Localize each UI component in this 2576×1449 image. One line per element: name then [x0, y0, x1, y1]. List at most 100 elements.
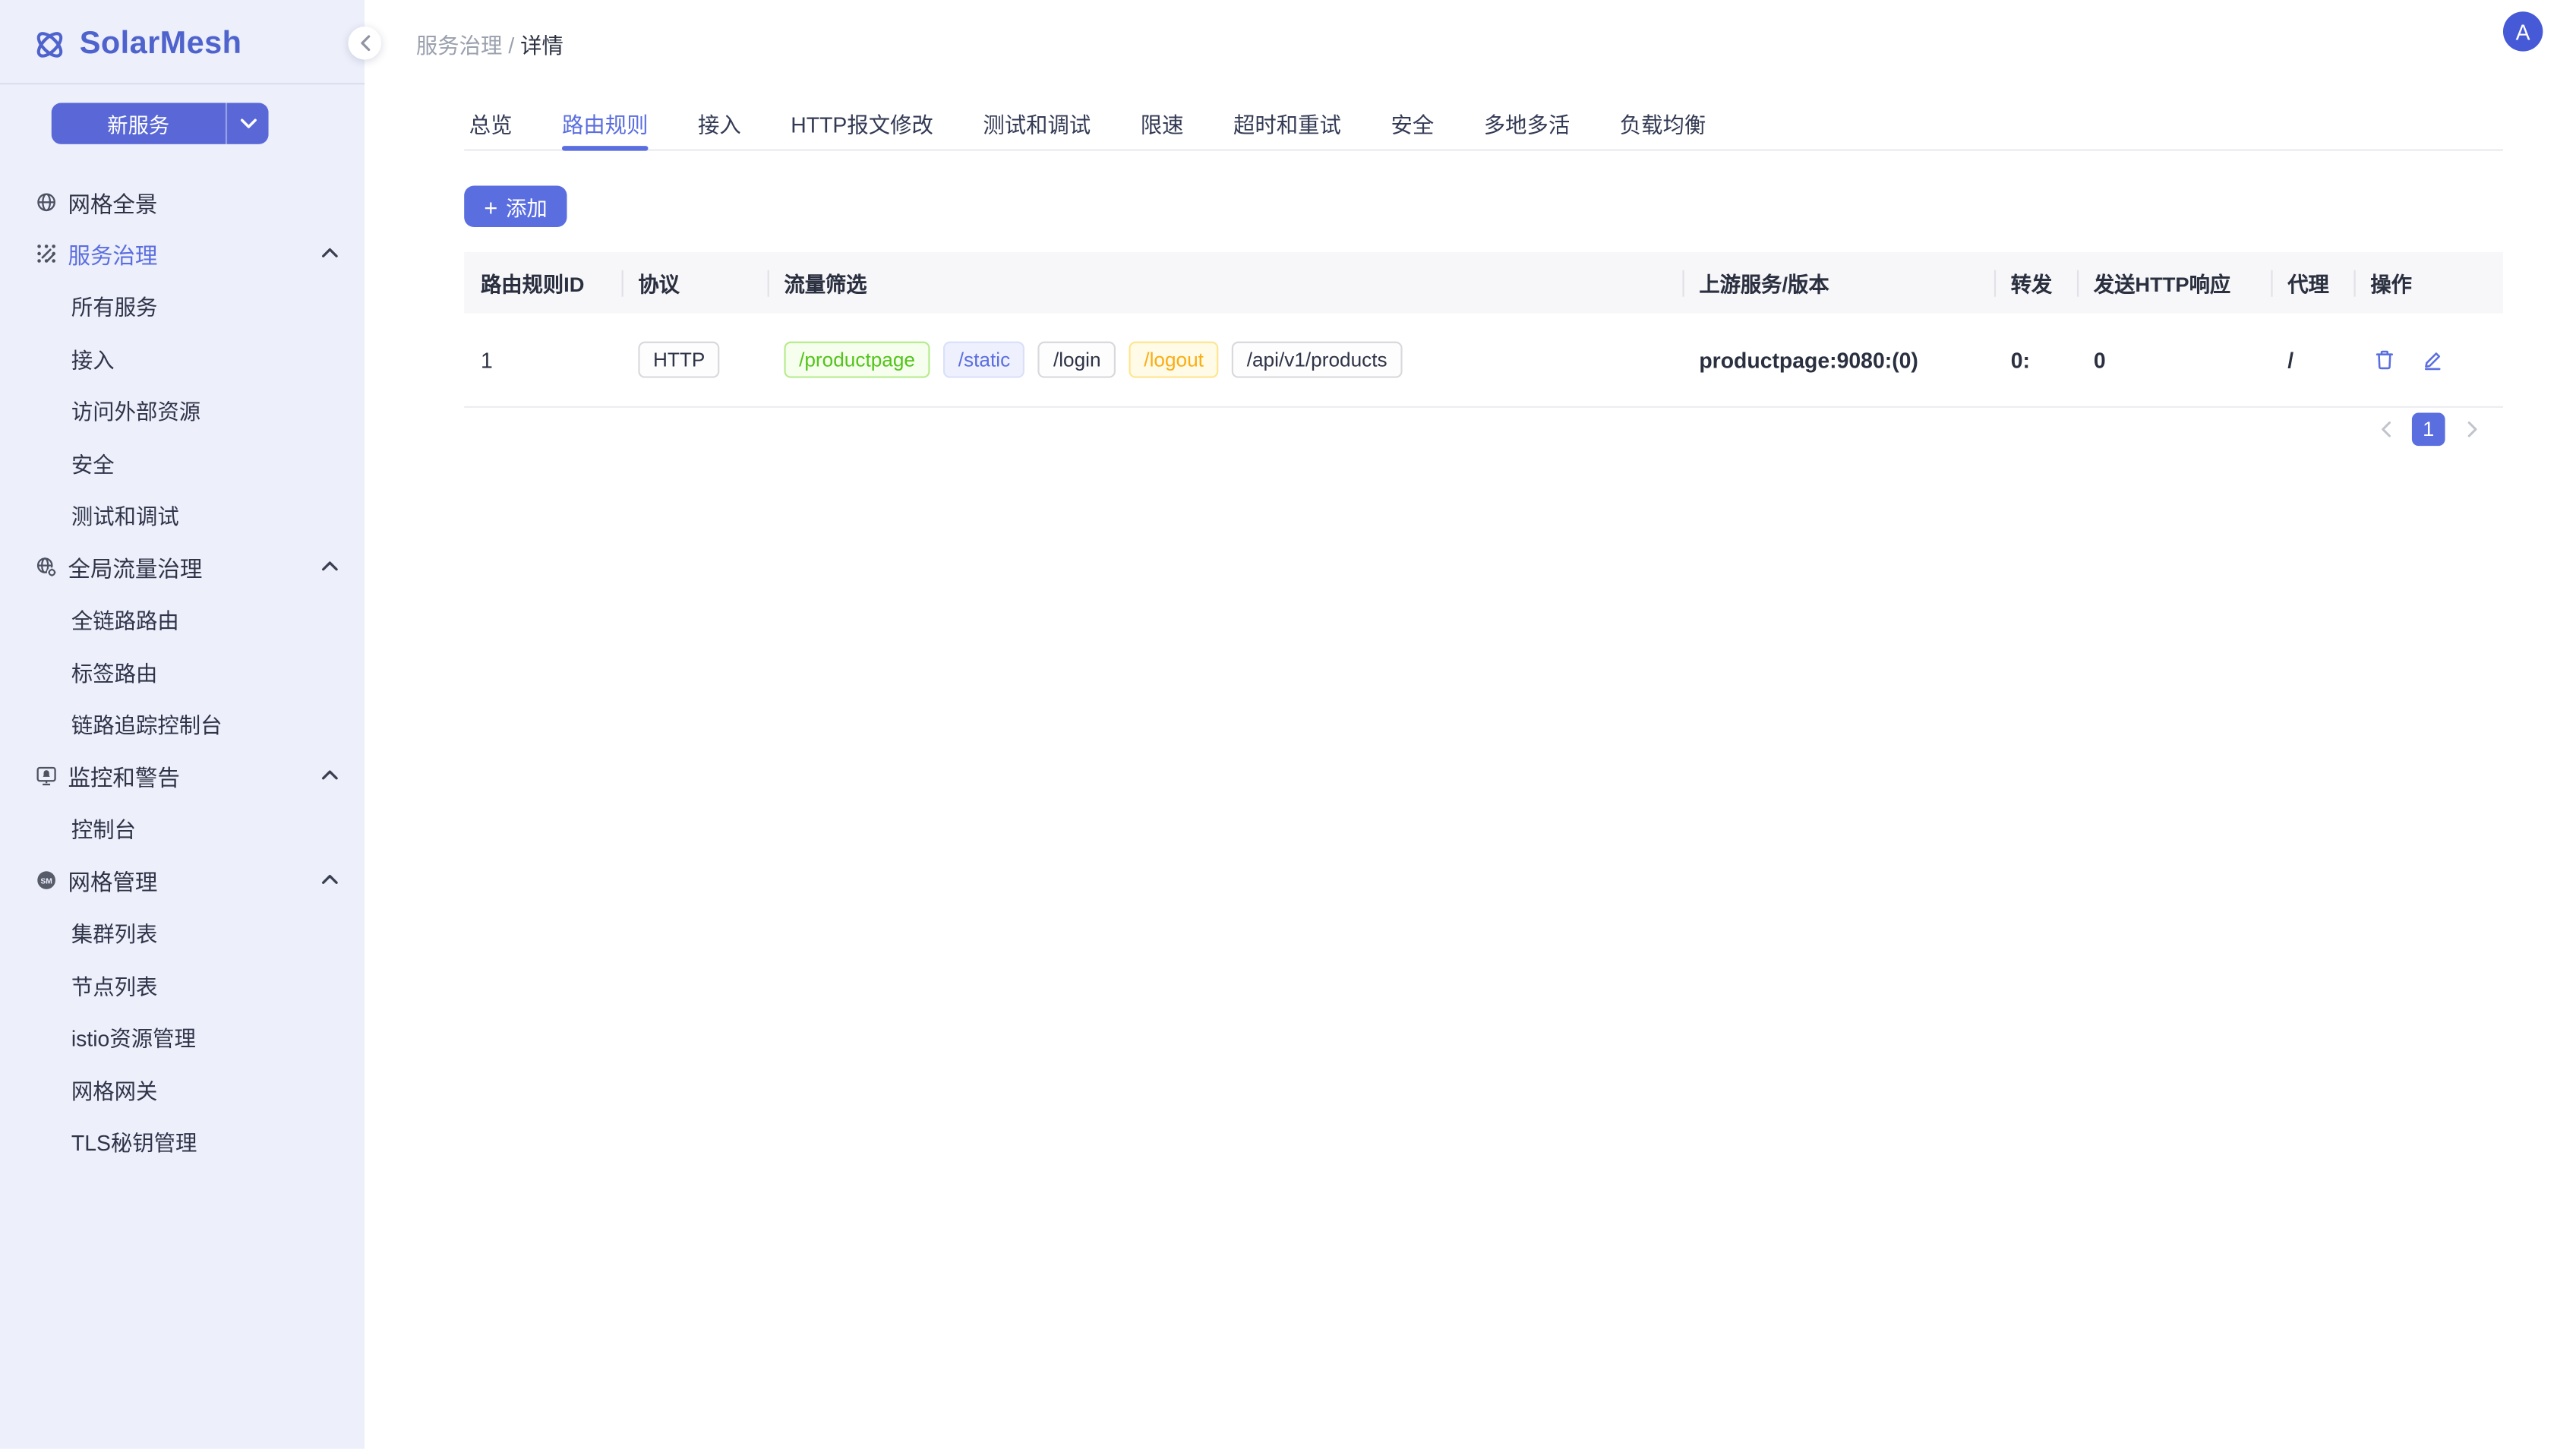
- sidebar-item-mesh-overview[interactable]: 网格全景: [0, 175, 365, 228]
- plus-icon: +: [484, 194, 497, 218]
- table-header: 路由规则ID 协议 流量筛选 上游服务/版本 转发 发送HTTP响应 代理 操作: [464, 252, 2503, 314]
- sidebar-item-label: 集群列表: [71, 917, 158, 949]
- new-service-dropdown[interactable]: [227, 103, 269, 144]
- tab-load-balancing[interactable]: 负载均衡: [1620, 96, 1706, 150]
- sidebar-item-mesh-gateway[interactable]: 网格网关: [0, 1063, 365, 1116]
- svg-text:SM: SM: [40, 878, 52, 886]
- mesh-icon: [35, 242, 58, 266]
- sidebar-item-access[interactable]: 接入: [0, 333, 365, 385]
- cell-http-response: 0: [2077, 347, 2271, 372]
- sidebar-item-monitoring-alerts[interactable]: 监控和警告: [0, 750, 365, 803]
- sidebar-item-istio-resources[interactable]: istio资源管理: [0, 1011, 365, 1063]
- sidebar-item-console[interactable]: 控制台: [0, 802, 365, 854]
- chevron-left-icon: [2379, 421, 2391, 437]
- sidebar-item-service-governance[interactable]: 服务治理: [0, 228, 365, 280]
- chevron-left-icon: [359, 35, 371, 52]
- chevron-right-icon: [2466, 421, 2477, 437]
- breadcrumb: 服务治理 / 详情: [416, 28, 564, 59]
- column-header-traffic-filter: 流量筛选: [768, 267, 1683, 298]
- pagination-prev-button[interactable]: [2374, 418, 2398, 441]
- new-service-button[interactable]: 新服务: [52, 103, 269, 144]
- sidebar-item-node-list[interactable]: 节点列表: [0, 959, 365, 1012]
- brand: SolarMesh: [0, 0, 365, 66]
- column-header-forward: 转发: [1994, 267, 2077, 298]
- chevron-up-icon: [321, 769, 338, 781]
- sidebar-item-global-traffic[interactable]: 全局流量治理: [0, 541, 365, 594]
- sidebar-item-label-routing[interactable]: 标签路由: [0, 646, 365, 698]
- breadcrumb-current: 详情: [520, 33, 564, 58]
- delete-button[interactable]: [2370, 346, 2397, 373]
- sidebar-item-mesh-management[interactable]: SM 网格管理: [0, 854, 365, 907]
- brand-name: SolarMesh: [80, 26, 242, 62]
- add-button[interactable]: + 添加: [464, 185, 567, 227]
- sidebar-item-external-resources[interactable]: 访问外部资源: [0, 384, 365, 437]
- trash-icon: [2371, 346, 2396, 373]
- sidebar-item-label: 所有服务: [71, 291, 158, 322]
- sidebar-item-label: 安全: [71, 447, 115, 478]
- sidebar-item-tls-keys[interactable]: TLS秘钥管理: [0, 1116, 365, 1168]
- tab-rate-limit[interactable]: 限速: [1141, 96, 1184, 150]
- filter-tag: /logout: [1129, 342, 1219, 378]
- tab-timeout-retry[interactable]: 超时和重试: [1233, 96, 1341, 150]
- app-root: SolarMesh 新服务 网格全景: [0, 0, 2576, 1449]
- sidebar-item-label: 全局流量治理: [68, 551, 202, 584]
- chevron-up-icon: [321, 560, 338, 572]
- sidebar-item-label: 接入: [71, 343, 115, 374]
- avatar[interactable]: A: [2503, 11, 2543, 51]
- globe-gear-icon: [35, 556, 58, 579]
- sidebar-item-label: 网格全景: [68, 185, 157, 219]
- column-header-protocol: 协议: [622, 267, 768, 298]
- pencil-icon: [2420, 346, 2445, 373]
- sidebar-nav: 网格全景 服务治理 所有服务: [0, 175, 365, 1167]
- column-header-actions: 操作: [2354, 267, 2503, 298]
- sidebar-item-label: 网格网关: [71, 1074, 158, 1105]
- sidebar-item-all-services[interactable]: 所有服务: [0, 280, 365, 333]
- sidebar-item-label: 访问外部资源: [71, 395, 200, 426]
- tab-access[interactable]: 接入: [698, 96, 741, 150]
- sidebar-item-label: 网格管理: [68, 864, 157, 898]
- sidebar: SolarMesh 新服务 网格全景: [0, 0, 365, 1449]
- tab-security[interactable]: 安全: [1391, 96, 1434, 150]
- sidebar-item-trace-console[interactable]: 链路追踪控制台: [0, 698, 365, 750]
- sidebar-item-label: 全链路路由: [71, 604, 179, 635]
- column-header-upstream: 上游服务/版本: [1683, 267, 1994, 298]
- sidebar-item-label: istio资源管理: [71, 1021, 196, 1053]
- sidebar-divider: [0, 83, 365, 84]
- column-header-rule-id: 路由规则ID: [464, 267, 621, 298]
- sidebar-item-test-debug[interactable]: 测试和调试: [0, 489, 365, 541]
- new-service-label[interactable]: 新服务: [52, 103, 227, 144]
- cell-actions: [2354, 346, 2503, 373]
- breadcrumb-separator: /: [508, 33, 514, 58]
- breadcrumb-section[interactable]: 服务治理: [416, 33, 503, 58]
- edit-button[interactable]: [2419, 346, 2445, 373]
- filter-tag: /login: [1038, 342, 1116, 378]
- sidebar-item-label: 测试和调试: [71, 500, 179, 531]
- sidebar-item-label: 控制台: [71, 813, 136, 844]
- sidebar-collapse-button[interactable]: [348, 27, 381, 60]
- pagination-page-1[interactable]: 1: [2412, 413, 2445, 447]
- cell-forward: 0:: [1994, 347, 2077, 372]
- pagination: 1: [464, 411, 2503, 447]
- sidebar-item-security[interactable]: 安全: [0, 437, 365, 489]
- tab-test-debug[interactable]: 测试和调试: [983, 96, 1091, 150]
- sm-badge-icon: SM: [35, 869, 58, 892]
- pagination-next-button[interactable]: [2460, 418, 2483, 441]
- monitor-bell-icon: [35, 765, 58, 788]
- sidebar-item-cluster-list[interactable]: 集群列表: [0, 907, 365, 959]
- sidebar-item-label: 节点列表: [71, 969, 158, 1000]
- sidebar-item-label: TLS秘钥管理: [71, 1126, 197, 1157]
- chevron-down-icon: [239, 118, 256, 129]
- tab-routing-rules[interactable]: 路由规则: [562, 96, 649, 150]
- tab-overview[interactable]: 总览: [469, 96, 513, 150]
- sidebar-item-label: 链路追踪控制台: [71, 709, 223, 740]
- tab-bar: 总览 路由规则 接入 HTTP报文修改 测试和调试 限速 超时和重试 安全 多地…: [464, 96, 2503, 151]
- filter-tag: /static: [943, 342, 1025, 378]
- column-header-proxy: 代理: [2271, 267, 2353, 298]
- tab-multi-region[interactable]: 多地多活: [1484, 96, 1571, 150]
- sidebar-item-label: 标签路由: [71, 656, 158, 687]
- tab-http-rewrite[interactable]: HTTP报文修改: [791, 96, 933, 150]
- sidebar-item-label: 服务治理: [68, 238, 157, 271]
- routing-rules-table: 路由规则ID 协议 流量筛选 上游服务/版本 转发 发送HTTP响应 代理 操作…: [464, 252, 2503, 408]
- cell-rule-id: 1: [464, 347, 621, 372]
- sidebar-item-full-link-routing[interactable]: 全链路路由: [0, 593, 365, 646]
